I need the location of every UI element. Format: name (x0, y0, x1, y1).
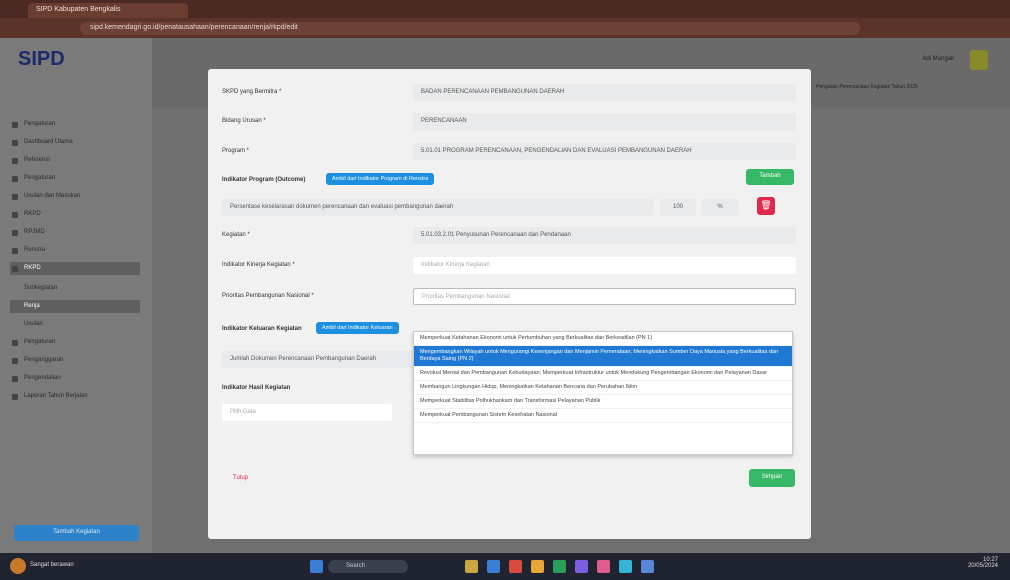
clock: 10:27 20/05/2024 (968, 557, 998, 569)
outcome-label: Indikator Program (Outcome) (222, 177, 306, 183)
sidebar-item[interactable]: Penganggaran (10, 354, 140, 367)
menu-icon (12, 394, 18, 400)
app-icon[interactable] (597, 560, 610, 573)
sidebar: SIPD Pengaturan Dashboard Utama Referens… (0, 38, 152, 553)
prioritas-dropdown: Memperkuat Ketahanan Ekonomi untuk Pertu… (413, 331, 793, 455)
sidebar-item[interactable]: Pengaturan (10, 118, 140, 131)
app-icon[interactable] (575, 560, 588, 573)
output-row[interactable]: Jumlah Dokumen Perencanaan Pembangunan D… (222, 351, 422, 368)
address-bar: sipd.kemendagri.go.id/penatausahaan/pere… (0, 18, 1010, 38)
menu-icon (12, 176, 18, 182)
program-label: Program * (222, 148, 250, 154)
windows-start-icon[interactable] (310, 560, 323, 573)
app-icon[interactable] (619, 560, 632, 573)
skpd-label: SKPD yang Bermitra * (222, 89, 282, 95)
browser-icon[interactable] (509, 560, 522, 573)
add-button[interactable]: Tambah (746, 169, 794, 185)
menu-icon (12, 230, 18, 236)
close-link[interactable]: Tutup (233, 475, 248, 481)
dropdown-option-selected[interactable]: Mengembangkan Wilayah untuk Mengurangi K… (414, 346, 792, 367)
dropdown-option[interactable]: Memperkuat Ketahanan Ekonomi untuk Pertu… (414, 332, 792, 346)
menu-icon (12, 376, 18, 382)
taskbar: Sangat berawan Search 10:27 20/05/2024 (0, 553, 1010, 580)
sidebar-item[interactable]: Usulan dan Masukan (10, 190, 140, 203)
indikator-kegiatan-label: Indikator Kinerja Kegiatan * (222, 262, 295, 268)
clock-date: 20/05/2024 (967, 563, 998, 569)
app-icon[interactable] (553, 560, 566, 573)
menu-icon (12, 194, 18, 200)
prioritas-label: Prioritas Pembangunan Nasional * (222, 293, 314, 299)
user-name[interactable]: Adi Mangak (922, 56, 954, 62)
dropdown-option[interactable]: Membangun Lingkungan Hidup, Meningkatkan… (414, 381, 792, 395)
file-explorer-icon[interactable] (465, 560, 478, 573)
indikator-kegiatan-input[interactable]: Indikator Kinerja Kegiatan (413, 257, 796, 274)
program-field[interactable]: 5.01.01 PROGRAM PERENCANAAN, PENGENDALIA… (413, 143, 796, 160)
sidebar-item[interactable]: Pengendalian (10, 372, 140, 385)
sipd-logo: SIPD (18, 48, 65, 70)
weather-icon (10, 558, 26, 574)
weather-label: Sangat berawan (30, 562, 74, 568)
outcome-unit[interactable]: % (702, 199, 738, 216)
bidang-field[interactable]: PERENCANAAN (413, 113, 796, 130)
sidebar-item[interactable]: Renstra (10, 244, 140, 257)
menu-icon (12, 122, 18, 128)
menu-icon (12, 358, 18, 364)
menu-icon (12, 266, 18, 272)
app-icon[interactable] (641, 560, 654, 573)
outcome-target[interactable]: 100 (660, 199, 696, 216)
menu-icon (12, 158, 18, 164)
menu-icon (12, 212, 18, 218)
bidang-label: Bidang Urusan * (222, 118, 266, 124)
delete-icon[interactable]: 🗑 (757, 197, 775, 215)
dropdown-option[interactable]: Memperkuat Stabilitas Polhukhankam dan T… (414, 395, 792, 409)
outcome-row[interactable]: Persentase keselarasan dokumen perencana… (222, 199, 654, 216)
app-icon[interactable] (487, 560, 500, 573)
hasil-select[interactable]: Pilih Data (222, 404, 392, 421)
menu-icon (12, 248, 18, 254)
dropdown-option[interactable]: Revolusi Mental dan Pembangunan Kebudaya… (414, 367, 792, 381)
sidebar-item[interactable]: Referensi (10, 154, 140, 167)
keluaran-label: Indikator Keluaran Kegiatan (222, 326, 302, 332)
browser-tab-bar: SIPD Kabupaten Bengkalis (0, 0, 1010, 18)
sidebar-item[interactable]: Dashboard Utama (10, 136, 140, 149)
sidebar-subitem[interactable]: Subkegiatan (10, 282, 140, 295)
skpd-field[interactable]: BADAN PERENCANAAN PEMBANGUNAN DAERAH (413, 84, 796, 101)
header-notice: Pengisian Perencanaan Kegiatan Tahun 202… (816, 84, 918, 90)
sidebar-subitem-active[interactable]: Renja (10, 300, 140, 313)
prioritas-select[interactable]: Prioritas Pembangunan Nasional (413, 288, 796, 305)
browser-tab[interactable]: SIPD Kabupaten Bengkalis (28, 3, 188, 18)
sidebar-subitem[interactable]: Usulan (10, 318, 140, 331)
menu-icon (12, 140, 18, 146)
save-button[interactable]: Simpan (749, 469, 795, 487)
kegiatan-label: Kegiatan * (222, 232, 250, 238)
page: SIPD Pengaturan Dashboard Utama Referens… (0, 38, 1010, 553)
sidebar-item[interactable]: RPJMD (10, 226, 140, 239)
sidebar-item[interactable]: Pengaturan (10, 172, 140, 185)
import-outcome-button[interactable]: Ambil dari Indikator Program di Renstra (326, 173, 435, 185)
sidebar-item[interactable]: Laporan Tahun Berjalan (10, 390, 140, 403)
taskbar-search[interactable]: Search (328, 560, 408, 573)
menu-icon (12, 340, 18, 346)
app-icon[interactable] (531, 560, 544, 573)
regional-emblem-icon (970, 50, 988, 70)
url-input[interactable]: sipd.kemendagri.go.id/penatausahaan/pere… (80, 22, 860, 35)
sidebar-item-active[interactable]: RKPD (10, 262, 140, 275)
sidebar-item[interactable]: RKPD (10, 208, 140, 221)
sidebar-item[interactable]: Pengaturan (10, 336, 140, 349)
add-activity-button[interactable]: Tambah Kegiatan (14, 525, 139, 541)
import-output-button[interactable]: Ambil dari Indikator Keluaran (316, 322, 399, 334)
hasil-label: Indikator Hasil Kegiatan (222, 385, 291, 391)
dropdown-option[interactable]: Memperkuat Pembangunan Sistem Kesehatan … (414, 409, 792, 423)
kegiatan-field[interactable]: 5.01.03.2.01 Penyusunan Perencanaan dan … (413, 227, 796, 244)
edit-activity-modal: SKPD yang Bermitra * BADAN PERENCANAAN P… (208, 69, 811, 539)
